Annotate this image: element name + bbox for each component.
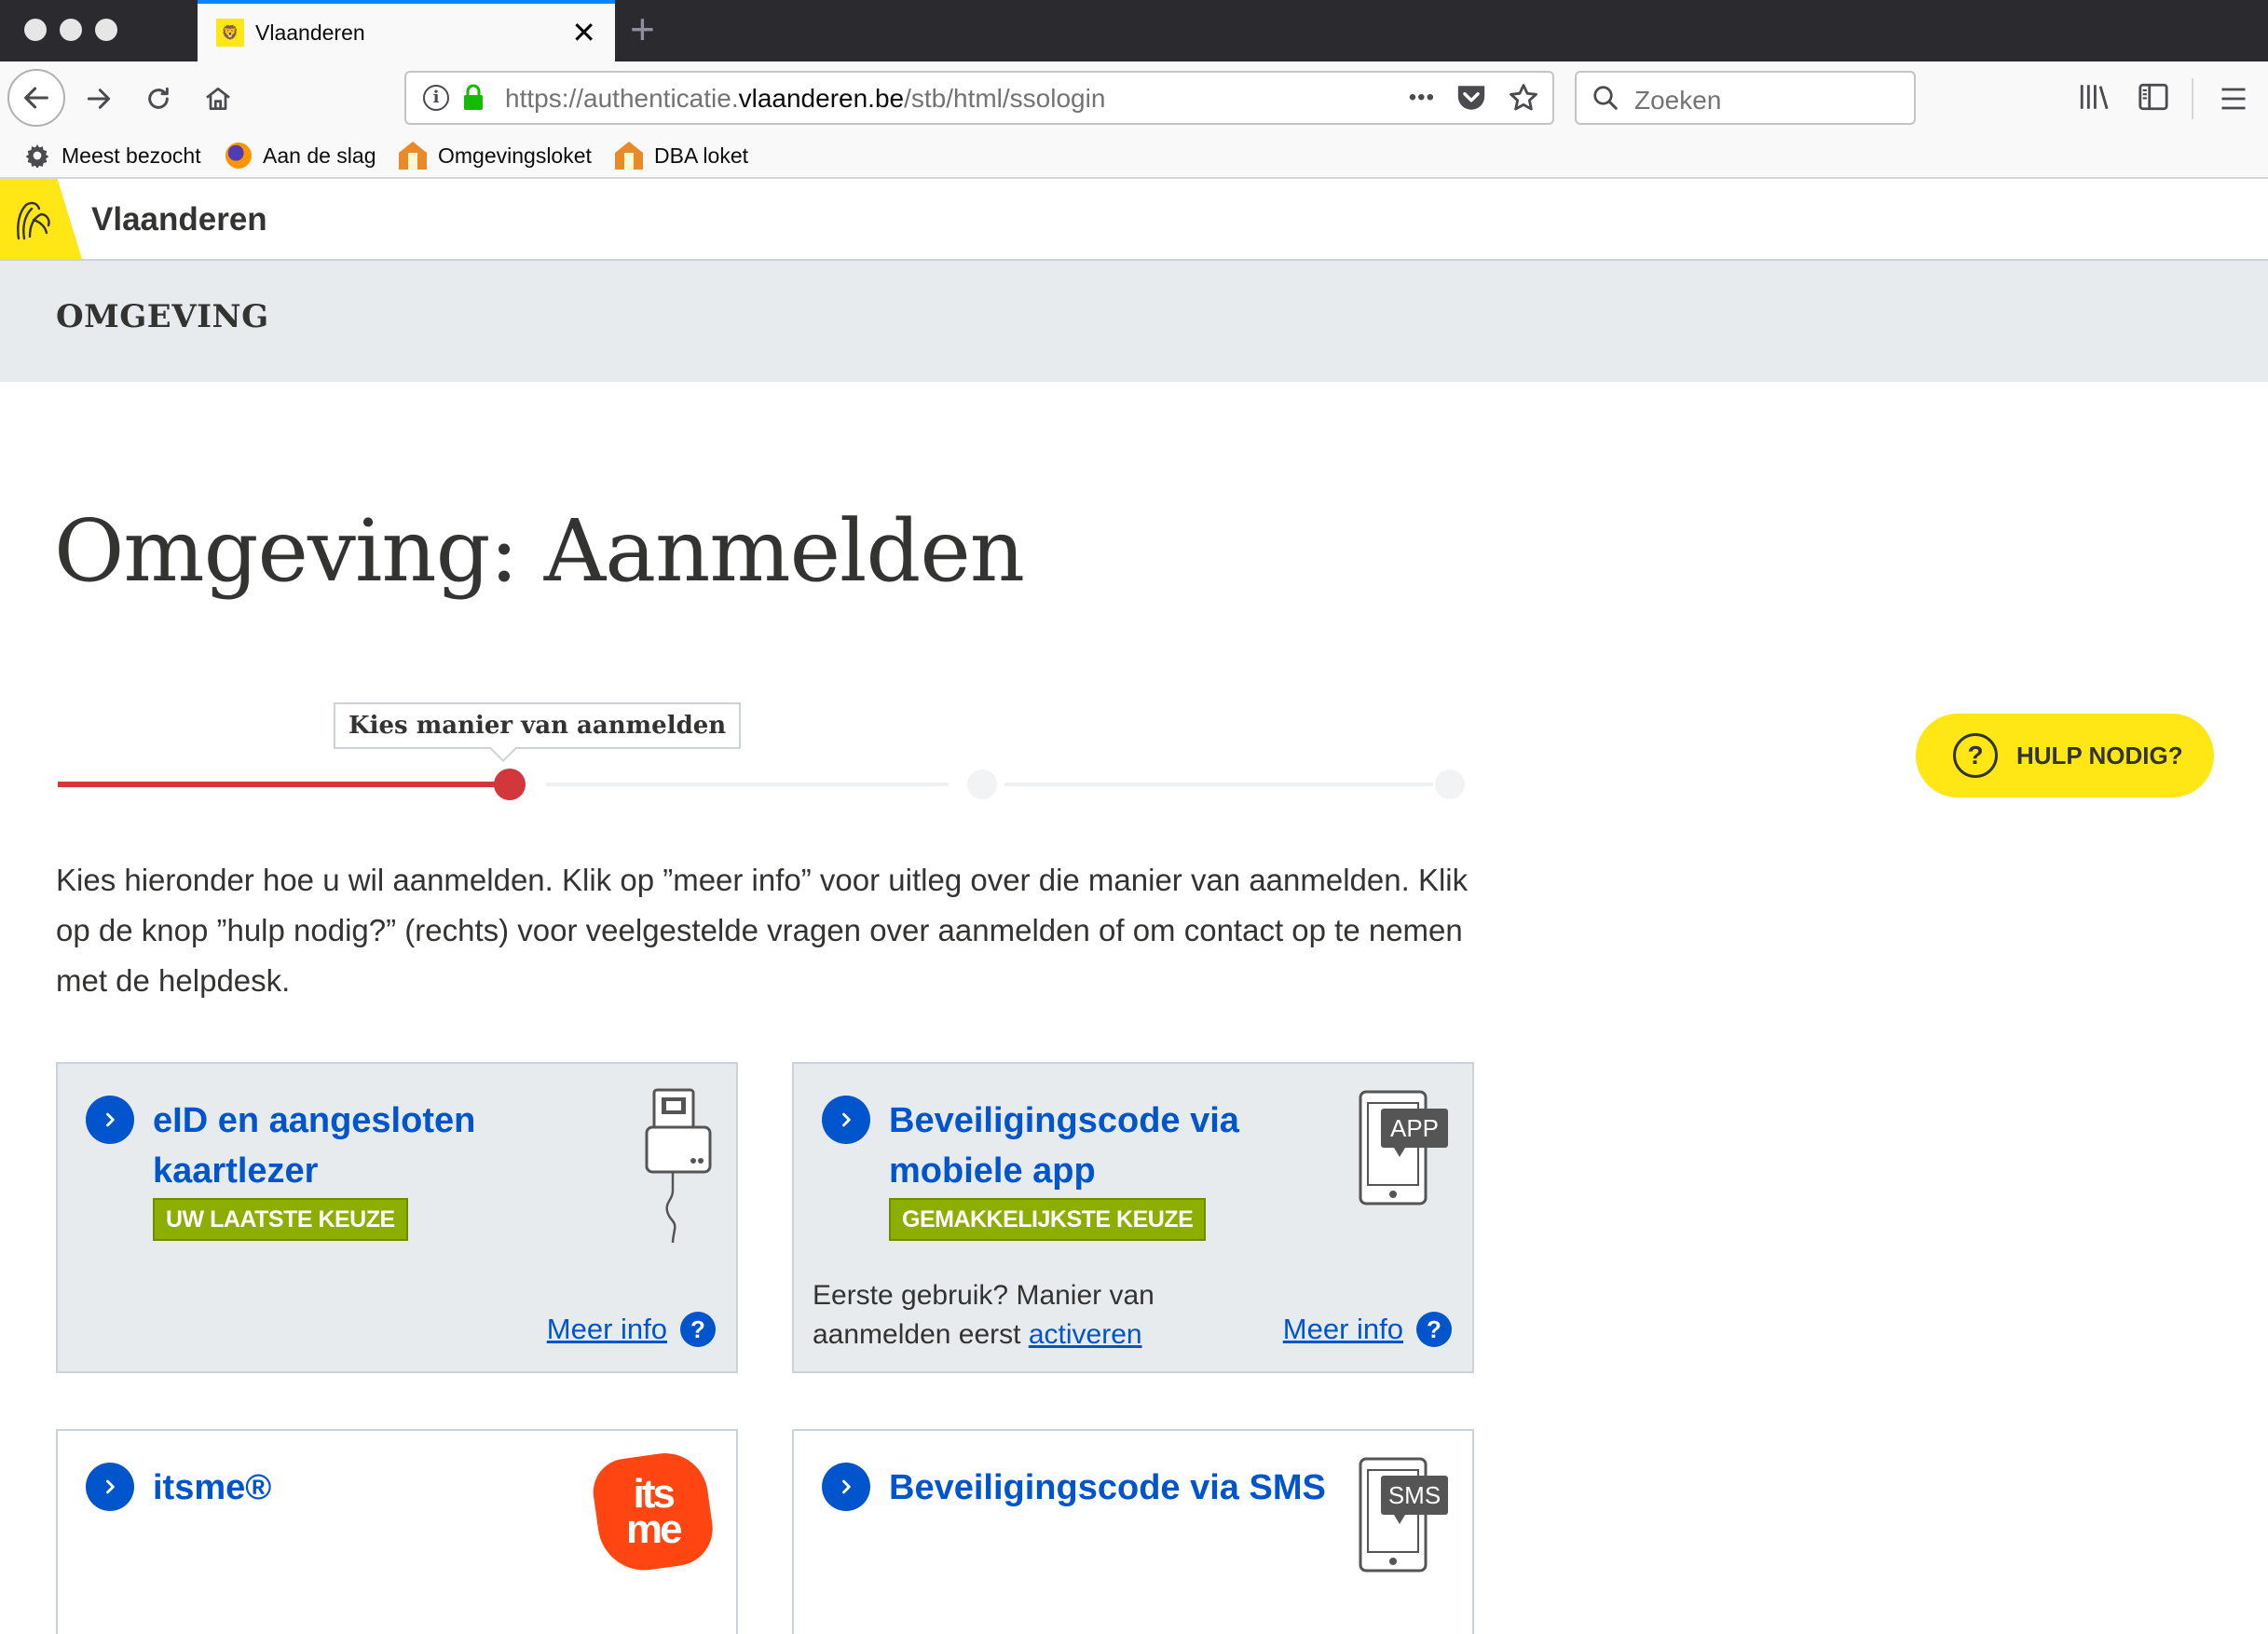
svg-text:SMS: SMS xyxy=(1388,1481,1441,1509)
window-zoom-dot[interactable] xyxy=(95,19,117,41)
reload-icon xyxy=(148,87,169,109)
card-title[interactable]: eID en aangesloten kaartlezer xyxy=(153,1096,619,1196)
itsme-logo: its me xyxy=(589,1448,717,1576)
brand-name[interactable]: Vlaanderen xyxy=(91,201,267,238)
meer-info-link[interactable]: Meer info xyxy=(547,1313,667,1346)
question-circle-icon: ? xyxy=(1953,733,1998,778)
meer-info[interactable]: Meer info ? xyxy=(1283,1312,1452,1347)
firefox-icon xyxy=(225,143,252,169)
bookmark-label: Omgevingsloket xyxy=(438,143,592,168)
house-icon xyxy=(615,142,643,170)
tab-close-icon[interactable]: ✕ xyxy=(571,14,596,51)
login-option-mobile-app[interactable]: Beveiligingscode via mobiele app GEMAKKE… xyxy=(792,1062,1474,1373)
reload-button[interactable] xyxy=(132,73,184,125)
bookmarks-toolbar: Meest bezocht Aan de slag Omgevingsloket… xyxy=(0,134,2268,179)
progress-bar xyxy=(58,768,1474,801)
step-tooltip: Kies manier van aanmelden xyxy=(334,702,742,749)
section-band: OMGEVING xyxy=(0,261,2268,382)
card-title[interactable]: Beveiligingscode via mobiele app xyxy=(889,1096,1355,1196)
arrow-right-icon xyxy=(87,89,111,109)
intro-text: Kies hieronder hoe u wil aanmelden. Klik… xyxy=(56,863,1469,998)
arrow-left-icon xyxy=(24,87,48,109)
url-text[interactable]: https://authenticatie.vlaanderen.be/stb/… xyxy=(505,84,1105,114)
help-label: HULP NODIG? xyxy=(2016,741,2183,769)
library-icon[interactable] xyxy=(2078,82,2110,112)
phone-sms-icon: SMS xyxy=(1359,1457,1448,1573)
site-header: Vlaanderen xyxy=(0,179,2268,261)
progress-step-current xyxy=(494,769,526,800)
bookmark-omgevingsloket[interactable]: Omgevingsloket xyxy=(399,138,592,173)
new-tab-button[interactable]: + xyxy=(630,6,655,52)
bookmark-dba-loket[interactable]: DBA loket xyxy=(615,138,748,173)
toolbar-divider xyxy=(2192,78,2193,119)
chevron-right-icon[interactable] xyxy=(86,1463,134,1511)
home-button[interactable] xyxy=(192,73,244,125)
bookmark-label: DBA loket xyxy=(654,143,748,168)
help-circle-icon[interactable]: ? xyxy=(680,1312,716,1347)
last-choice-badge: UW LAATSTE KEUZE xyxy=(153,1198,408,1241)
card-title[interactable]: itsme® xyxy=(153,1463,619,1513)
progress-remaining xyxy=(1004,783,1433,786)
card-title[interactable]: Beveiligingscode via SMS xyxy=(889,1463,1411,1513)
forward-button[interactable] xyxy=(73,73,125,125)
house-icon xyxy=(399,142,427,170)
lock-icon[interactable] xyxy=(462,84,485,112)
progress-completed xyxy=(58,782,511,787)
search-icon xyxy=(1593,86,1618,110)
back-button[interactable] xyxy=(7,69,65,127)
bookmark-label: Meest bezocht xyxy=(61,143,201,168)
bookmark-star-icon[interactable] xyxy=(1508,82,1539,114)
svg-text:APP: APP xyxy=(1390,1114,1439,1142)
card-reader-icon xyxy=(645,1088,712,1244)
help-circle-icon[interactable]: ? xyxy=(1416,1312,1452,1347)
login-option-itsme[interactable]: itsme® its me xyxy=(56,1429,738,1634)
section-title[interactable]: OMGEVING xyxy=(56,298,269,335)
progress-step xyxy=(1435,769,1465,799)
help-button[interactable]: ? HULP NODIG? xyxy=(1916,714,2214,797)
chevron-right-icon[interactable] xyxy=(86,1096,134,1144)
home-icon xyxy=(206,88,230,110)
login-option-sms[interactable]: Beveiligingscode via SMS SMS xyxy=(792,1429,1474,1634)
window-close-dot[interactable] xyxy=(24,19,47,41)
easiest-choice-badge: GEMAKKELIJKSTE KEUZE xyxy=(889,1198,1207,1241)
pocket-icon[interactable] xyxy=(1455,83,1487,113)
bookmark-label: Aan de slag xyxy=(263,143,376,168)
bookmark-aan-de-slag[interactable]: Aan de slag xyxy=(225,138,376,173)
meer-info-link[interactable]: Meer info xyxy=(1283,1313,1403,1346)
browser-titlebar: 🦁 Vlaanderen ✕ + xyxy=(0,0,2268,61)
page-title: Omgeving: Aanmelden xyxy=(54,501,1025,601)
vlaanderen-favicon-icon: 🦁 xyxy=(216,19,244,47)
hamburger-menu-icon[interactable] xyxy=(2220,86,2248,112)
page-actions-icon[interactable]: ••• xyxy=(1409,85,1435,111)
url-bar[interactable]: i https://authenticatie.vlaanderen.be/st… xyxy=(404,71,1554,125)
progress-step xyxy=(967,769,997,799)
bookmark-meest-bezocht[interactable]: Meest bezocht xyxy=(24,138,201,173)
tab-title: Vlaanderen xyxy=(255,20,365,45)
search-bar[interactable]: Zoeken xyxy=(1575,71,1916,125)
browser-tab-active[interactable]: 🦁 Vlaanderen ✕ xyxy=(198,0,615,61)
flemish-lion-icon xyxy=(17,201,50,240)
activate-link[interactable]: activeren xyxy=(1029,1319,1142,1350)
window-minimize-dot[interactable] xyxy=(60,19,82,41)
chevron-right-icon[interactable] xyxy=(822,1463,870,1511)
chevron-right-icon[interactable] xyxy=(822,1096,870,1144)
search-placeholder: Zoeken xyxy=(1634,86,1722,115)
sidebar-icon[interactable] xyxy=(2138,82,2169,112)
first-use-text: Eerste gebruik? Manier van aanmelden eer… xyxy=(813,1280,1154,1350)
info-icon[interactable]: i xyxy=(423,85,449,111)
login-option-eid[interactable]: eID en aangesloten kaartlezer UW LAATSTE… xyxy=(56,1062,738,1373)
progress-remaining xyxy=(546,783,949,786)
phone-app-icon: APP xyxy=(1359,1090,1448,1205)
meer-info[interactable]: Meer info ? xyxy=(547,1312,716,1347)
gear-icon xyxy=(24,143,50,169)
